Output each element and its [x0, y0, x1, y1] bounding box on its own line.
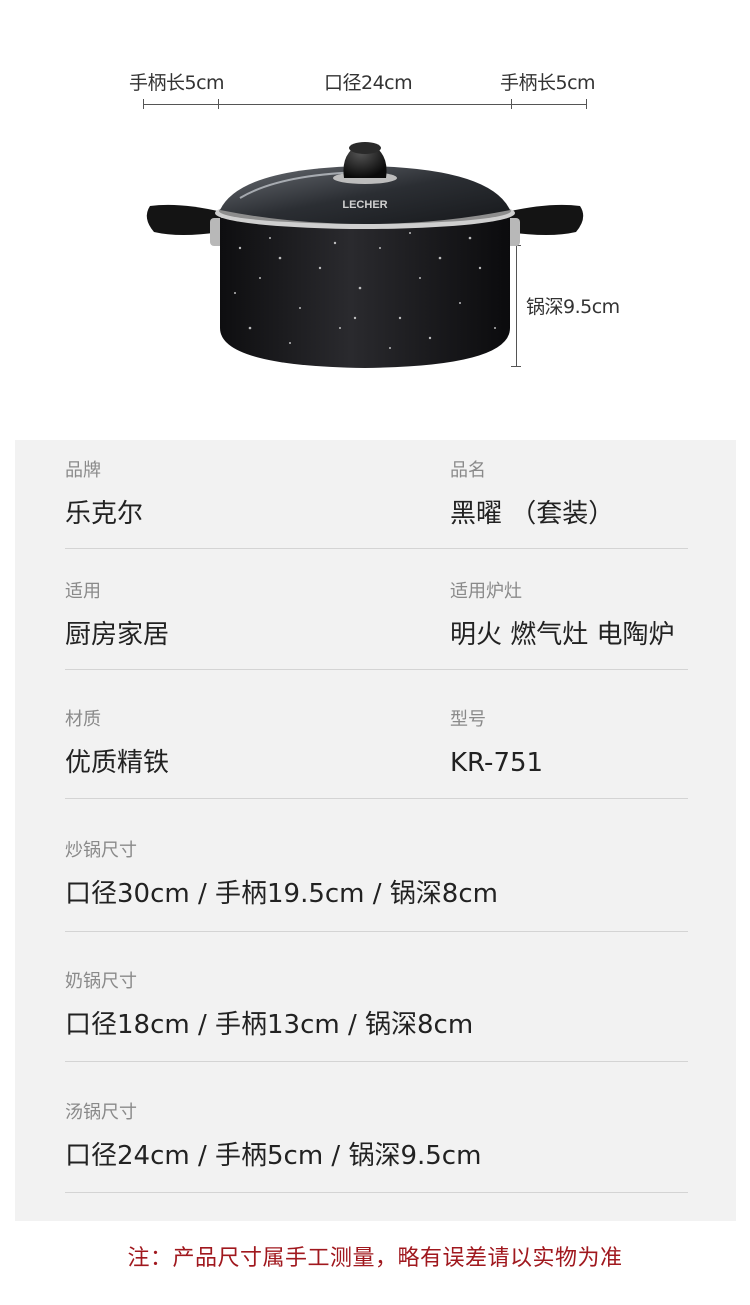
soup-pot-size-spec: 汤锅尺寸 口径24cm / 手柄5cm / 锅深9.5cm: [65, 1102, 481, 1172]
milk-pan-size-spec: 奶锅尺寸 口径18cm / 手柄13cm / 锅深8cm: [65, 971, 473, 1041]
spec-row: 材质 优质精铁 型号 KR-751: [65, 709, 688, 799]
brand-label: 品牌: [65, 460, 101, 481]
spec-panel: 品牌 乐克尔 品名 黑曜 （套装） 适用 厨房家居 适用炉灶 明火 燃气灶 电陶…: [15, 440, 736, 1221]
dimension-tick: [218, 99, 219, 109]
stove-spec: 适用炉灶 明火 燃气灶 电陶炉: [450, 581, 675, 651]
soup-pot-size-value: 口径24cm / 手柄5cm / 锅深9.5cm: [65, 1141, 482, 1171]
stove-value: 明火 燃气灶 电陶炉: [450, 620, 675, 650]
dimension-tick: [511, 99, 512, 109]
material-label: 材质: [65, 709, 101, 730]
model-spec: 型号 KR-751: [450, 709, 543, 779]
product-dimension-diagram: 手柄长5cm 口径24cm 手柄长5cm 锅深9.5cm LECHER: [0, 0, 750, 440]
brand-spec: 品牌 乐克尔: [65, 460, 143, 530]
material-spec: 材质 优质精铁: [65, 709, 169, 779]
product-name-spec: 品名 黑曜 （套装）: [450, 460, 614, 530]
wok-size-spec: 炒锅尺寸 口径30cm / 手柄19.5cm / 锅深8cm: [65, 840, 498, 910]
product-name-label: 品名: [450, 460, 486, 481]
spec-row: 适用 厨房家居 适用炉灶 明火 燃气灶 电陶炉: [65, 581, 688, 670]
dimension-tick: [143, 99, 144, 109]
soup-pot-image: LECHER: [146, 142, 584, 368]
wok-size-value: 口径30cm / 手柄19.5cm / 锅深8cm: [65, 879, 498, 909]
model-label: 型号: [450, 709, 486, 730]
width-dimension-line: [143, 104, 586, 105]
brand-value: 乐克尔: [65, 499, 144, 529]
size-row: 汤锅尺寸 口径24cm / 手柄5cm / 锅深9.5cm: [65, 1102, 688, 1193]
handle-length-right-label: 手柄长5cm: [500, 72, 596, 94]
usage-value: 厨房家居: [65, 620, 170, 650]
measurement-disclaimer: 注：产品尺寸属手工测量，略有误差请以实物为准: [127, 1246, 623, 1271]
size-row: 奶锅尺寸 口径18cm / 手柄13cm / 锅深8cm: [65, 971, 688, 1062]
usage-label: 适用: [65, 581, 101, 602]
soup-pot-size-label: 汤锅尺寸: [65, 1102, 137, 1123]
wok-size-label: 炒锅尺寸: [65, 840, 137, 861]
material-value: 优质精铁: [65, 748, 170, 778]
handle-length-left-label: 手柄长5cm: [129, 72, 225, 94]
stove-label: 适用炉灶: [450, 581, 522, 602]
spec-row: 品牌 乐克尔 品名 黑曜 （套装）: [65, 460, 688, 549]
product-name-value: 黑曜 （套装）: [450, 499, 615, 529]
diameter-label: 口径24cm: [324, 72, 413, 94]
size-row: 炒锅尺寸 口径30cm / 手柄19.5cm / 锅深8cm: [65, 840, 688, 932]
dimension-tick: [586, 99, 587, 109]
model-value: KR-751: [450, 748, 544, 778]
usage-spec: 适用 厨房家居: [65, 581, 169, 651]
lid-logo: LECHER: [342, 199, 387, 211]
milk-pan-size-value: 口径18cm / 手柄13cm / 锅深8cm: [65, 1010, 474, 1040]
milk-pan-size-label: 奶锅尺寸: [65, 971, 137, 992]
